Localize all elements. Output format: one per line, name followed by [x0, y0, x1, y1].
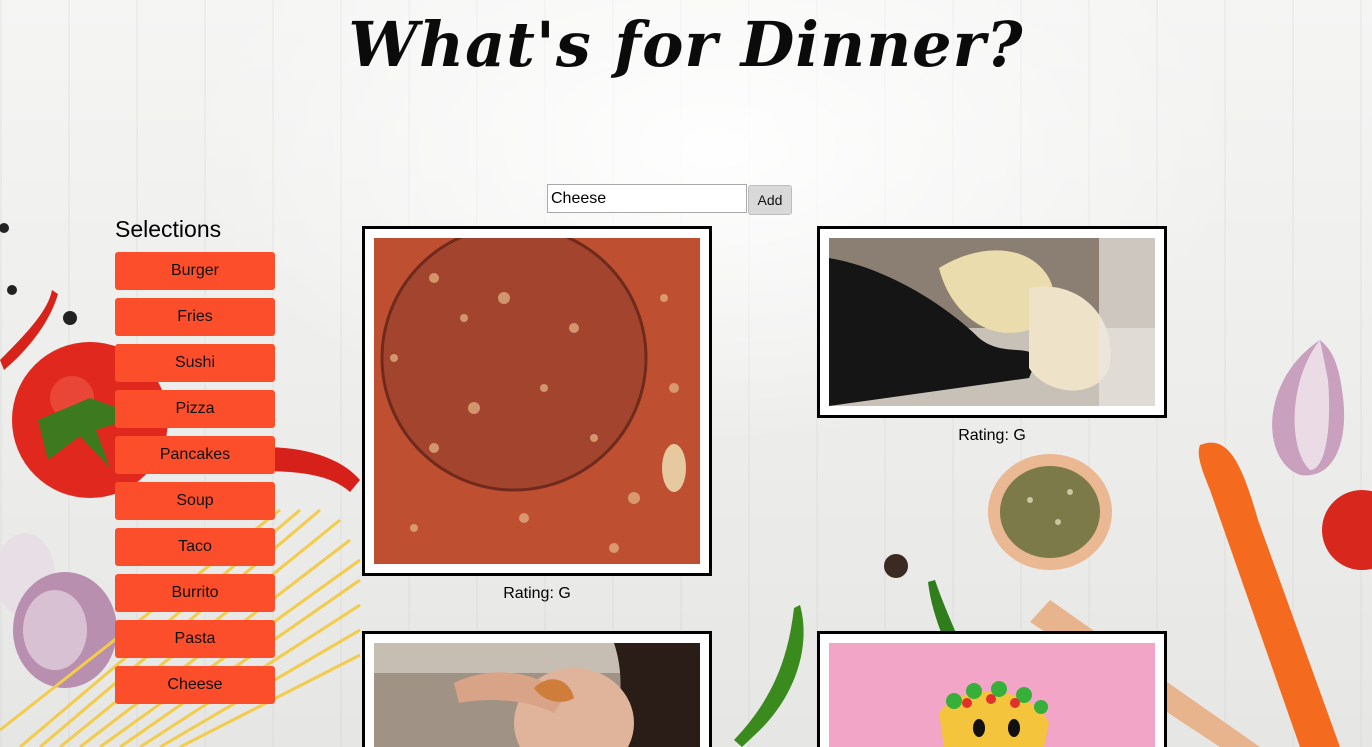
selection-button-soup[interactable]: Soup: [115, 482, 275, 520]
garlic-clove-decoration: [1272, 340, 1345, 476]
selection-button-burger[interactable]: Burger: [115, 252, 275, 290]
selection-button-burrito[interactable]: Burrito: [115, 574, 275, 612]
taco-illustration-image: [829, 643, 1155, 747]
gif-rating: Rating: G: [958, 427, 1026, 444]
selections-heading: Selections: [115, 216, 222, 242]
selection-button-pizza[interactable]: Pizza: [115, 390, 275, 428]
page-title: What's for Dinner?: [348, 8, 1024, 81]
gif-frame[interactable]: [817, 226, 1167, 418]
selection-button-cheese[interactable]: Cheese: [115, 666, 275, 704]
gif-frame[interactable]: [362, 226, 712, 576]
selection-button-fries[interactable]: Fries: [115, 298, 275, 336]
selection-button-pasta[interactable]: Pasta: [115, 620, 275, 658]
selections-list: Burger Fries Sushi Pizza Pancakes Soup T…: [115, 252, 275, 712]
add-button[interactable]: Add: [748, 185, 792, 215]
carrot-decoration: [1198, 442, 1340, 747]
selection-button-taco[interactable]: Taco: [115, 528, 275, 566]
gif-rating: Rating: G: [503, 585, 571, 602]
gif-card: [362, 631, 712, 747]
gif-frame[interactable]: [817, 631, 1167, 747]
garlic-decoration: [0, 533, 117, 688]
search-input[interactable]: [547, 184, 747, 213]
melted-cheese-image: [829, 238, 1155, 406]
search-bar: Add: [547, 184, 792, 215]
selection-button-sushi[interactable]: Sushi: [115, 344, 275, 382]
gif-frame[interactable]: [362, 631, 712, 747]
pizza-closeup-image: [374, 238, 700, 564]
gif-card: Rating: G: [817, 226, 1167, 445]
gif-card: [817, 631, 1167, 747]
person-eating-image: [374, 643, 700, 747]
jalapeno-decoration: [734, 605, 804, 747]
selection-button-pancakes[interactable]: Pancakes: [115, 436, 275, 474]
gif-card: Rating: G: [362, 226, 712, 603]
